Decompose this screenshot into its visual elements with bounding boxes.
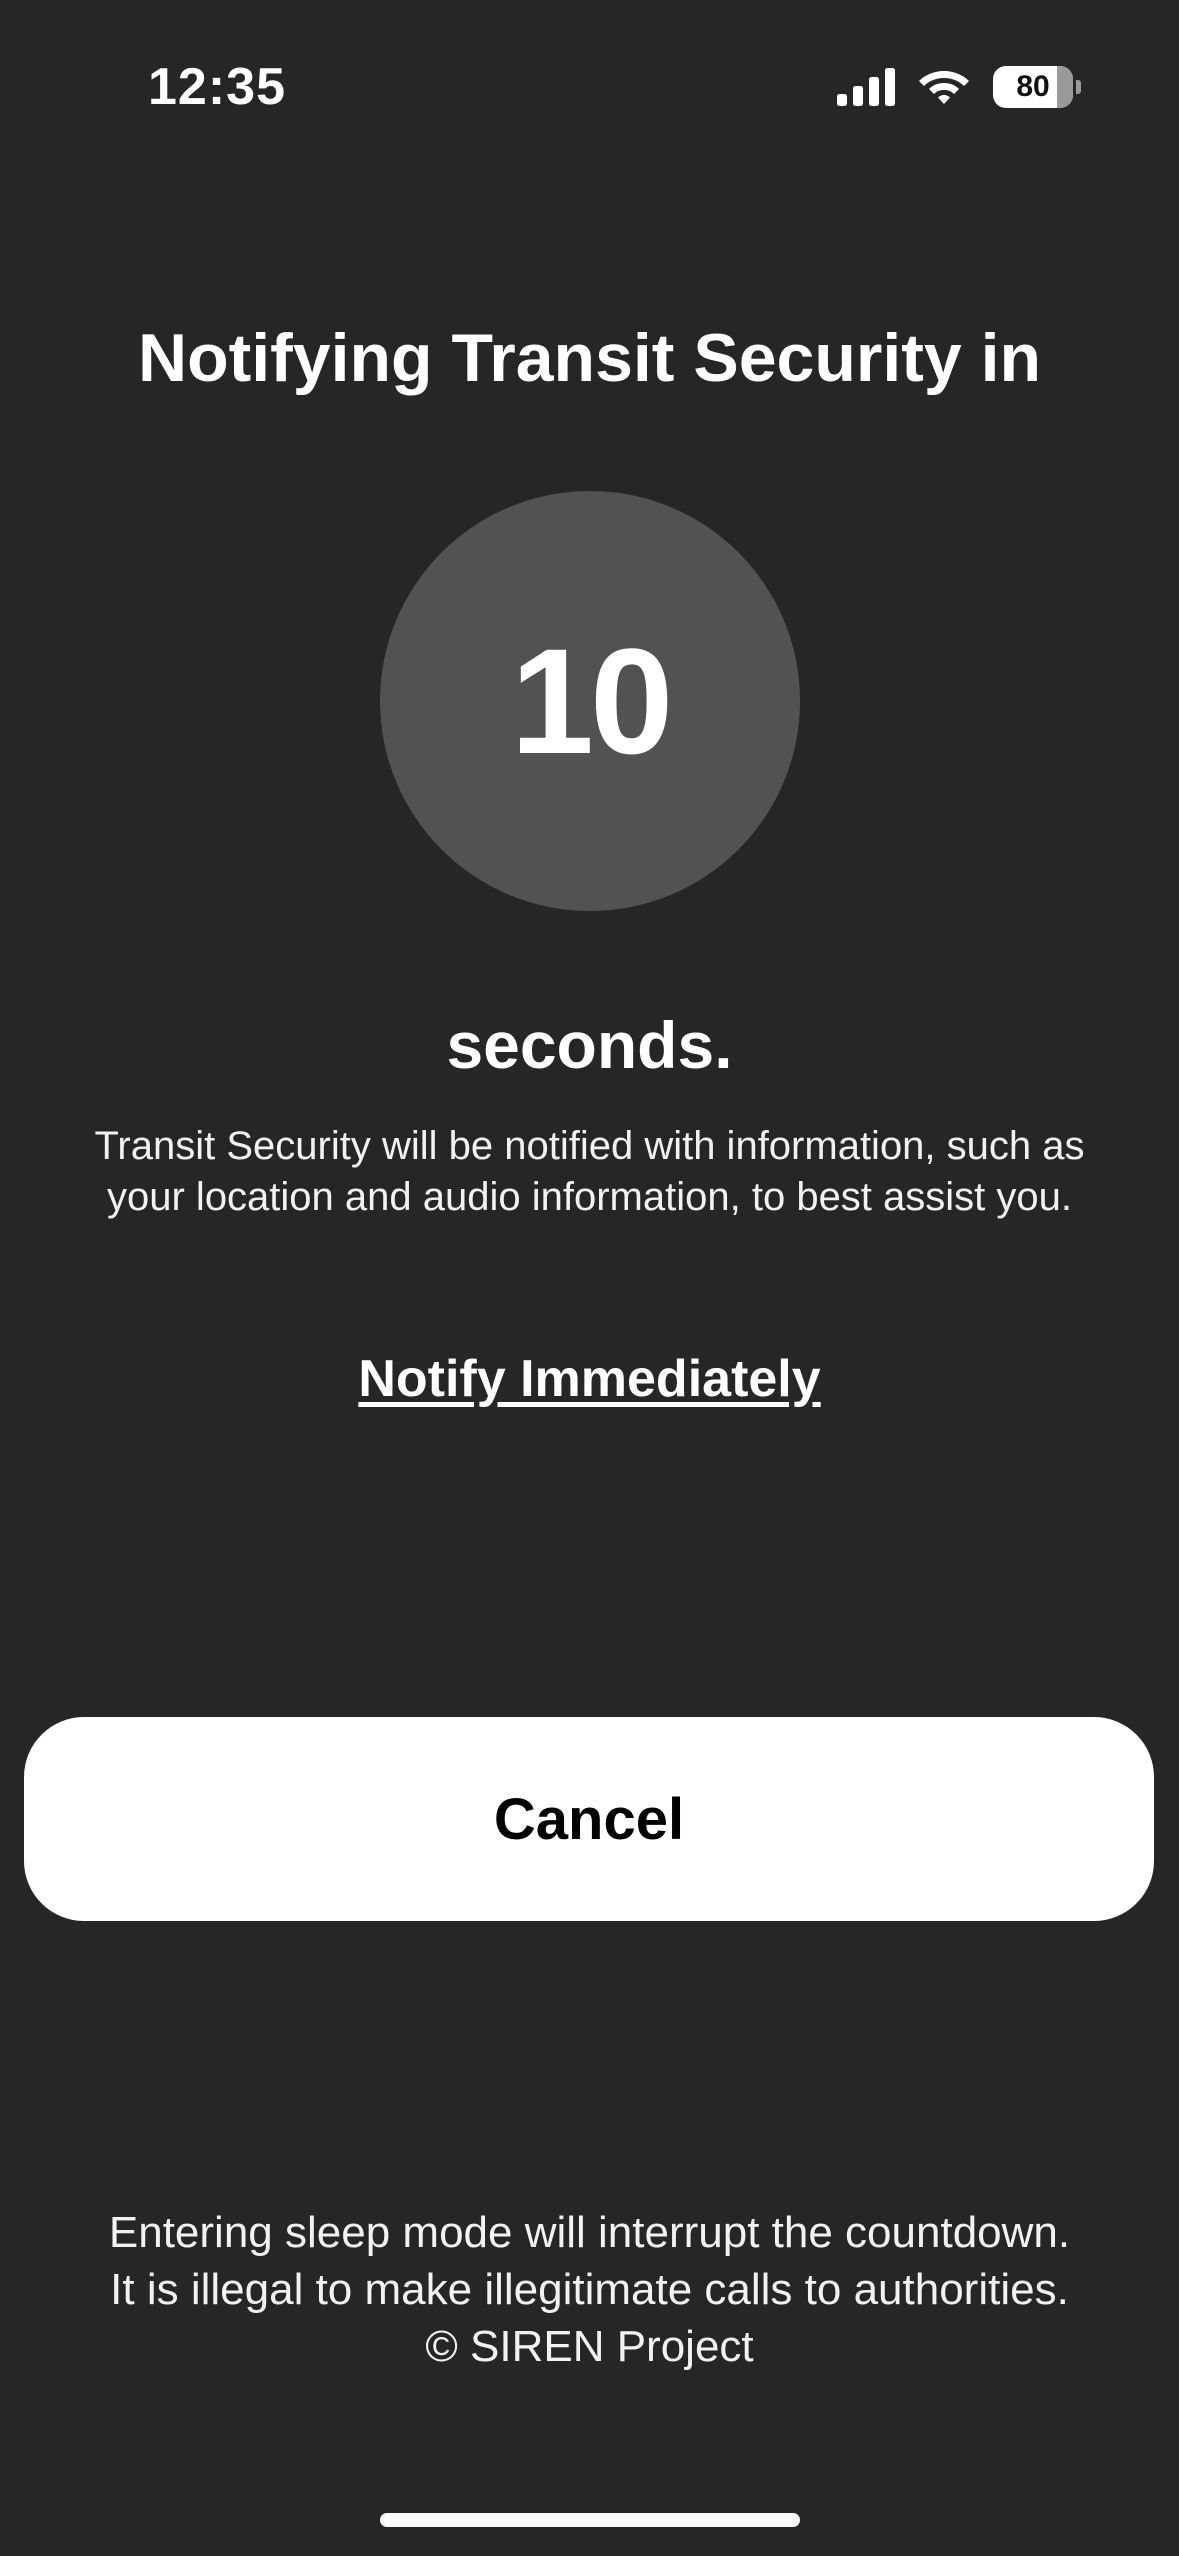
page-title: Notifying Transit Security in <box>137 320 1042 396</box>
footer-line-legal-warning: It is illegal to make illegitimate calls… <box>110 2265 1069 2314</box>
wifi-icon <box>919 71 969 104</box>
notify-immediately-link[interactable]: Notify Immediately <box>0 1347 1179 1411</box>
home-indicator[interactable] <box>380 2513 800 2527</box>
battery-icon: 80 <box>993 66 1073 108</box>
countdown-circle: 10 <box>380 491 800 911</box>
countdown-number: 10 <box>510 617 674 785</box>
battery-empty-fill <box>1057 66 1073 108</box>
description-text: Transit Security will be notified with i… <box>94 1124 1085 1219</box>
status-icons: 80 <box>837 64 1081 110</box>
footer-disclaimer: Entering sleep mode will interrupt the c… <box>0 2204 1179 2375</box>
footer-line-sleep-warning: Entering sleep mode will interrupt the c… <box>108 2208 1071 2257</box>
battery-nub <box>1076 80 1081 94</box>
footer-line-copyright: © SIREN Project <box>425 2322 754 2371</box>
cancel-button[interactable]: Cancel <box>24 1717 1154 1921</box>
status-time: 12:35 <box>148 58 286 116</box>
battery-level: 80 <box>1016 70 1050 103</box>
signal-icon <box>837 68 895 106</box>
seconds-label: seconds. <box>446 1008 733 1082</box>
